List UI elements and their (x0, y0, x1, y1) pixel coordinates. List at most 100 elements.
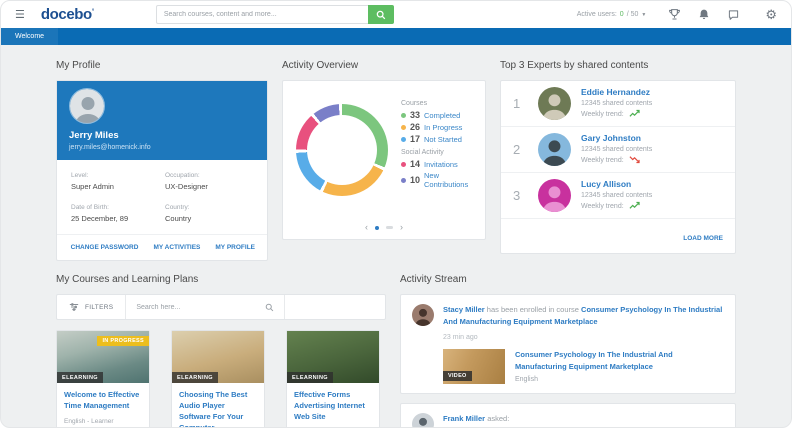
legend-item-completed: 33 Completed (401, 110, 477, 120)
course-type-badge: ELEARNING (57, 372, 103, 383)
profile-avatar (69, 88, 105, 124)
legend-group-social: Social Activity (401, 149, 477, 156)
courses-filter-bar: FILTERS (56, 294, 386, 320)
pager-dot-2[interactable] (386, 226, 393, 229)
filter-icon (69, 303, 79, 311)
my-activities-button[interactable]: MY ACTIVITIES (153, 244, 200, 251)
course-thumbnail: ELEARNING (172, 331, 264, 383)
field-value: UX-Designer (165, 182, 253, 191)
trend-down-icon (629, 155, 642, 166)
field-label: Level: (71, 172, 159, 179)
docebo-logo[interactable]: docebo° (41, 6, 94, 23)
my-courses-section: My Courses and Learning Plans FILTERS (56, 267, 386, 428)
gamification-trophy-icon[interactable] (668, 8, 681, 21)
status-badge: IN PROGRESS (97, 336, 149, 346)
legend-item-not-started: 17 Not Started (401, 134, 477, 144)
search-input[interactable] (156, 5, 368, 24)
expert-avatar (538, 179, 571, 212)
action-text: asked: (487, 414, 509, 423)
expert-rank: 1 (513, 96, 528, 111)
search-icon[interactable] (265, 303, 274, 312)
pager-next-icon[interactable]: › (400, 223, 403, 232)
invitations-label[interactable]: Invitations (424, 160, 458, 169)
pager-prev-icon[interactable]: ‹ (365, 223, 368, 232)
pager-dot-1[interactable] (375, 226, 379, 230)
legend-group-courses: Courses (401, 100, 477, 107)
top-experts-card: 1 Eddie Hernandez 12345 shared contents … (500, 80, 736, 254)
active-users-label: Active users: (577, 11, 617, 18)
my-profile-button[interactable]: MY PROFILE (215, 244, 255, 251)
settings-gear-icon[interactable]: ⚙ (765, 8, 777, 21)
active-users-count: 0 (620, 11, 624, 18)
experts-footer: LOAD MORE (501, 219, 735, 253)
activity-overview-card: Courses 33 Completed 26 In Progress (282, 80, 486, 240)
change-password-button[interactable]: CHANGE PASSWORD (71, 244, 139, 251)
course-card[interactable]: ELEARNING Choosing The Best Audio Player… (171, 330, 265, 428)
course-type-badge: ELEARNING (287, 372, 333, 383)
not-started-value: 17 (410, 134, 420, 144)
activity-overview-section: Activity Overview Courses 33 Completed (282, 53, 486, 261)
in-progress-label[interactable]: In Progress (424, 123, 462, 132)
new-contributions-label[interactable]: New Contributions (424, 171, 477, 189)
completed-value: 33 (410, 110, 420, 120)
top-bar: ☰ docebo° Active users: 0 / 50 ▼ (1, 1, 791, 28)
course-card[interactable]: ELEARNING Effective Forms Advertising In… (286, 330, 380, 428)
expert-row: 3 Lucy Allison 12345 shared contents Wee… (501, 173, 735, 219)
course-title-link[interactable]: Choosing The Best Audio Player Software … (179, 390, 257, 428)
notifications-bell-icon[interactable] (698, 8, 710, 21)
completed-label[interactable]: Completed (424, 111, 460, 120)
course-thumbnail: IN PROGRESS ELEARNING (57, 331, 149, 383)
in-progress-dot (401, 125, 406, 130)
load-more-button[interactable]: LOAD MORE (683, 235, 723, 242)
expert-weekly-trend: Weekly trend: (581, 201, 652, 212)
search-button[interactable] (368, 5, 394, 24)
expert-shared-count: 12345 shared contents (581, 192, 652, 199)
course-link[interactable]: Consumer Psychology In The Industrial An… (443, 305, 722, 326)
expert-row: 1 Eddie Hernandez 12345 shared contents … (501, 81, 735, 127)
trend-label: Weekly trend: (581, 203, 624, 210)
video-badge: VIDEO (443, 371, 472, 381)
video-thumbnail[interactable]: VIDEO (443, 349, 505, 384)
expert-name-link[interactable]: Eddie Hernandez (581, 87, 652, 97)
course-card-list: IN PROGRESS ELEARNING Welcome to Effecti… (56, 330, 386, 428)
active-users-dropdown[interactable]: Active users: 0 / 50 ▼ (577, 11, 647, 18)
expert-weekly-trend: Weekly trend: (581, 109, 652, 120)
trend-label: Weekly trend: (581, 111, 624, 118)
messages-chat-icon[interactable] (727, 9, 740, 21)
trend-up-icon (629, 109, 642, 120)
expert-avatar (538, 133, 571, 166)
field-value: Super Admin (71, 182, 159, 191)
hamburger-menu-icon[interactable]: ☰ (15, 8, 25, 21)
expert-rank: 2 (513, 142, 528, 157)
my-profile-title: My Profile (56, 60, 268, 71)
course-title-link[interactable]: Effective Forms Advertising Internet Web… (294, 390, 372, 423)
actor-link[interactable]: Stacy Miller (443, 305, 485, 314)
media-course-link[interactable]: Consumer Psychology In The Industrial An… (515, 349, 724, 372)
course-thumbnail: ELEARNING (287, 331, 379, 383)
expert-name-link[interactable]: Gary Johnston (581, 133, 652, 143)
topbar-icons: ⚙ (668, 8, 777, 21)
trend-label: Weekly trend: (581, 157, 624, 164)
filters-button[interactable]: FILTERS (57, 295, 125, 319)
stream-item-question: Frank Miller asked: How can I retain the… (400, 403, 736, 428)
actor-link[interactable]: Frank Miller (443, 414, 485, 423)
new-contributions-value: 10 (410, 175, 420, 185)
expert-name-link[interactable]: Lucy Allison (581, 179, 652, 189)
tab-welcome[interactable]: Welcome (1, 28, 58, 45)
action-text: has been enrolled in course (487, 305, 579, 314)
global-search (156, 5, 394, 24)
course-search-input[interactable] (136, 304, 265, 311)
legend-item-new-contributions: 10 New Contributions (401, 171, 477, 189)
activity-stream-section: Activity Stream Stacy Miller has been en… (400, 267, 736, 428)
activity-overview-title: Activity Overview (282, 60, 486, 71)
my-courses-title: My Courses and Learning Plans (56, 274, 386, 285)
filter-bar-spacer (285, 295, 385, 319)
course-card[interactable]: IN PROGRESS ELEARNING Welcome to Effecti… (56, 330, 150, 428)
course-title-link[interactable]: Welcome to Effective Time Management (64, 390, 142, 412)
profile-header: Jerry Miles jerry.miles@homenick.info (57, 81, 267, 160)
not-started-dot (401, 137, 406, 142)
field-label: Country: (165, 204, 253, 211)
profile-details: Level: Super Admin Occupation: UX-Design… (57, 160, 267, 234)
in-progress-value: 26 (410, 122, 420, 132)
not-started-label[interactable]: Not Started (424, 135, 462, 144)
